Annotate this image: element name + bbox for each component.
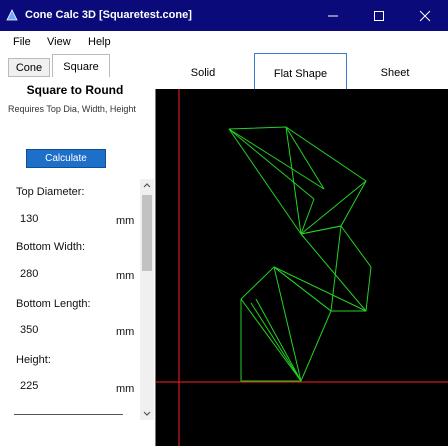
flat-shape-canvas[interactable] [155, 89, 448, 446]
scroll-up-button[interactable] [140, 179, 154, 191]
minimize-icon [328, 15, 338, 16]
height-field[interactable]: 225 [20, 380, 38, 392]
tab-sheet[interactable]: Sheet [365, 53, 425, 89]
maximize-button[interactable] [356, 0, 402, 31]
maximize-icon [374, 10, 384, 21]
close-icon [419, 10, 431, 21]
close-button[interactable] [402, 0, 448, 31]
height-label: Height: [16, 354, 51, 366]
top-diameter-field[interactable]: 130 [20, 213, 38, 225]
tab-square[interactable]: Square [52, 54, 110, 78]
input-panel: Square to Round Requires Top Dia, Width,… [0, 77, 156, 446]
shape-tabs: Cone Square [0, 53, 150, 78]
scroll-thumb[interactable] [142, 195, 152, 271]
tab-flat-shape[interactable]: Flat Shape [254, 53, 347, 89]
menu-view[interactable]: View [47, 36, 71, 48]
window-title: Cone Calc 3D [Squaretest.cone] [25, 9, 192, 21]
chevron-up-icon [143, 183, 151, 188]
menu-help[interactable]: Help [88, 36, 111, 48]
panel-title: Square to Round [26, 83, 124, 97]
bottom-width-unit: mm [116, 270, 135, 282]
title-bar: Cone Calc 3D [Squaretest.cone] [0, 0, 448, 31]
menu-bar: File View Help [0, 31, 448, 53]
panel-scrollbar[interactable] [140, 179, 154, 420]
bottom-length-field[interactable]: 350 [20, 324, 38, 336]
tab-cone[interactable]: Cone [8, 58, 50, 77]
chevron-down-icon [143, 411, 151, 416]
cone-app-icon [6, 9, 18, 21]
bottom-width-field[interactable]: 280 [20, 268, 38, 280]
height-unit: mm [116, 383, 135, 395]
flat-pattern [228, 126, 372, 382]
view-tabs: Solid Flat Shape Sheet [155, 53, 448, 89]
bottom-length-label: Bottom Length: [16, 298, 91, 310]
bottom-length-unit: mm [116, 326, 135, 338]
panel-note: Requires Top Dia, Width, Height [8, 104, 136, 114]
minimize-button[interactable] [310, 0, 356, 31]
scroll-down-button[interactable] [140, 408, 154, 420]
calculate-button[interactable]: Calculate [26, 149, 106, 168]
flat-shape-drawing [156, 89, 448, 446]
field-divider [14, 414, 123, 415]
bottom-width-label: Bottom Width: [16, 241, 86, 253]
top-diameter-unit: mm [116, 215, 135, 227]
tab-solid[interactable]: Solid [175, 53, 231, 89]
menu-file[interactable]: File [13, 36, 31, 48]
top-diameter-label: Top Diameter: [16, 186, 85, 198]
